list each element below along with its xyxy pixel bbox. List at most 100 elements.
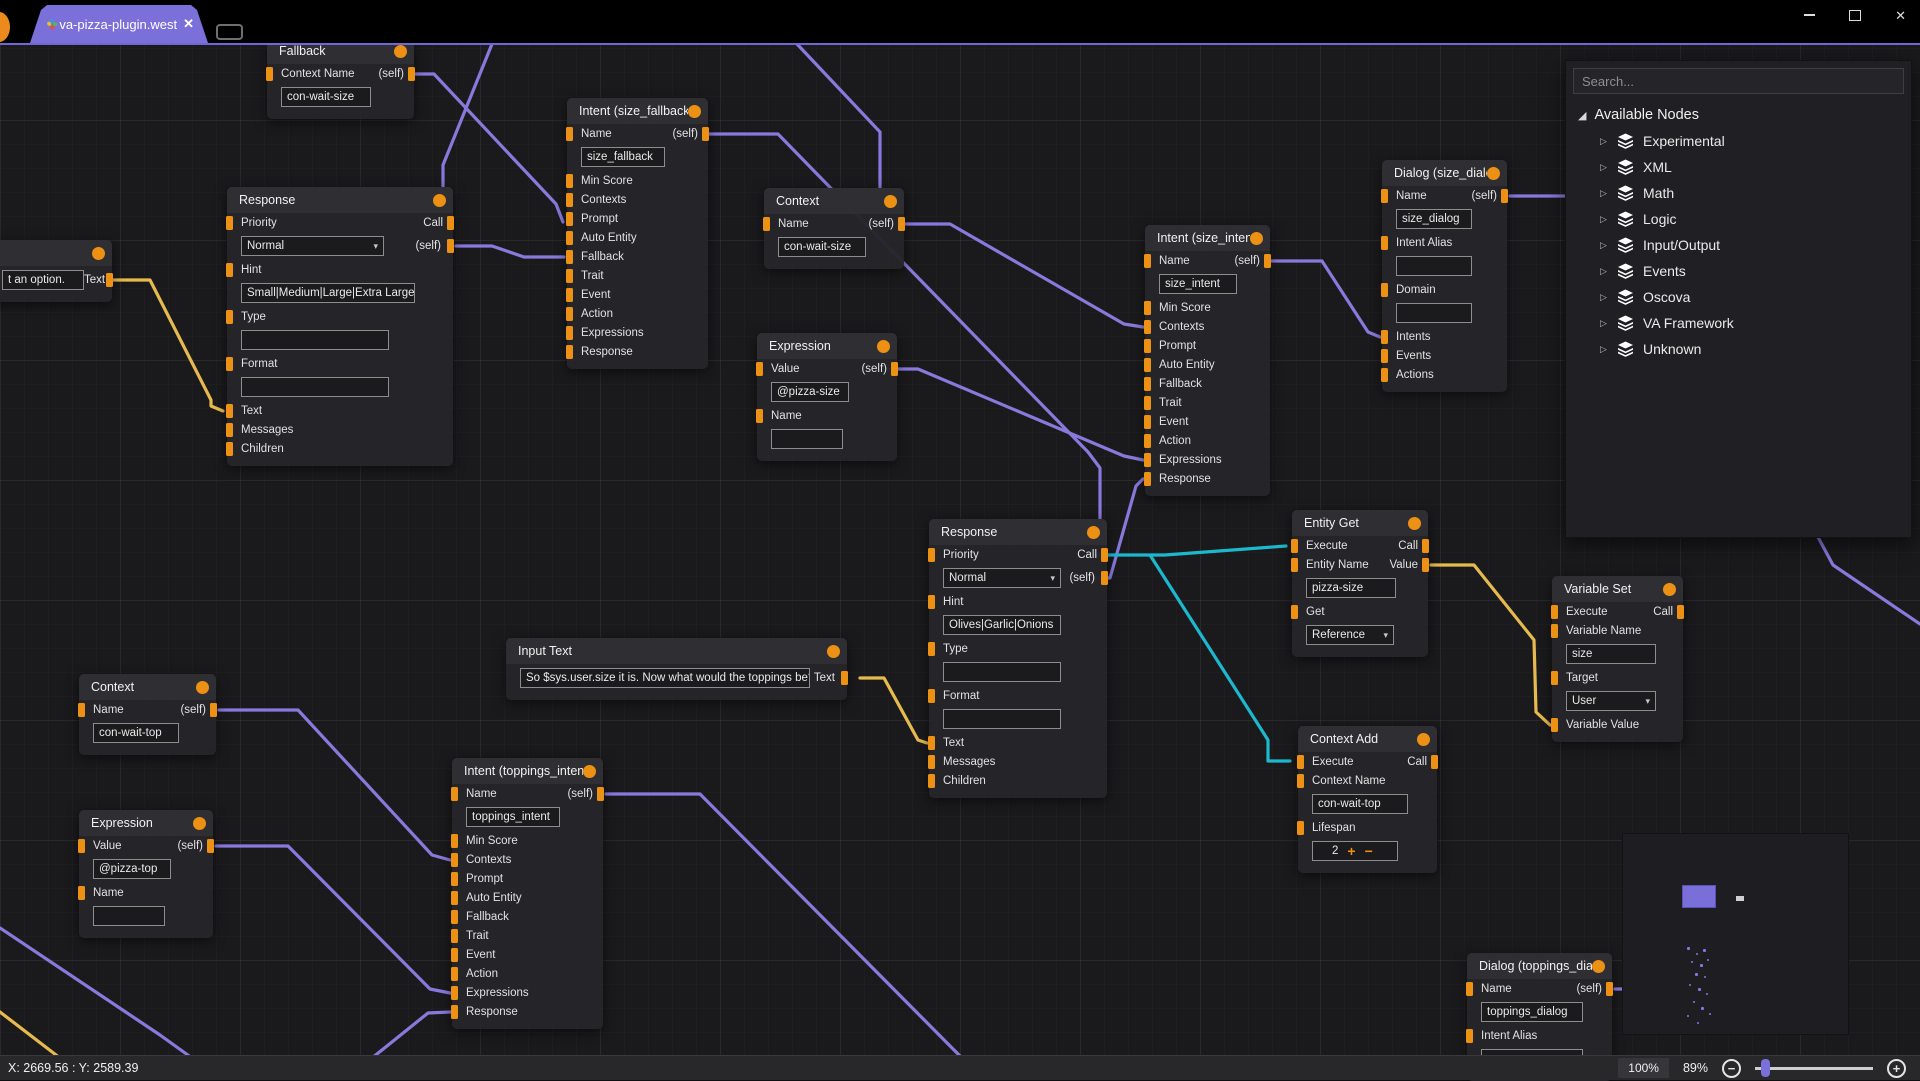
text-field[interactable]: @pizza-top: [93, 859, 171, 879]
node-response-size[interactable]: ResponsePriorityCallNormal▾(self)HintSma…: [227, 187, 453, 466]
text-field[interactable]: pizza-size: [1306, 578, 1396, 598]
tree-root-available-nodes[interactable]: ◢ Available Nodes: [1572, 102, 1905, 128]
input-port[interactable]: [451, 967, 458, 981]
dropdown-field[interactable]: User▾: [1566, 691, 1656, 711]
text-field[interactable]: [1396, 303, 1472, 323]
app-icon[interactable]: [0, 12, 10, 42]
tree-item-va-framework[interactable]: ▷VA Framework: [1572, 310, 1905, 336]
tree-item-xml[interactable]: ▷XML: [1572, 154, 1905, 180]
input-port[interactable]: [1297, 755, 1304, 769]
text-field[interactable]: toppings_intent: [466, 807, 560, 827]
node-expression-top[interactable]: ExpressionValue(self)@pizza-topName: [79, 810, 213, 938]
stepper-field[interactable]: 2+−: [1312, 841, 1398, 861]
input-port[interactable]: [226, 216, 233, 230]
node-dialog-size[interactable]: Dialog (size_dialog)Name(self)size_dialo…: [1382, 160, 1507, 392]
output-port[interactable]: [597, 787, 604, 801]
output-port[interactable]: [1422, 539, 1429, 553]
input-port[interactable]: [1291, 605, 1298, 619]
text-field[interactable]: Olives|Garlic|Onions: [943, 615, 1061, 635]
output-port[interactable]: [841, 671, 848, 685]
input-port[interactable]: [78, 703, 85, 717]
zoom-in-button[interactable]: +: [1887, 1059, 1906, 1078]
input-port[interactable]: [1297, 774, 1304, 788]
node-variable-set[interactable]: Variable SetExecuteCallVariable Namesize…: [1552, 576, 1683, 742]
node-entity-get[interactable]: Entity GetExecuteCallEntity NameValuepiz…: [1292, 510, 1428, 657]
text-field[interactable]: t an option.: [2, 270, 84, 290]
input-port[interactable]: [1144, 254, 1151, 268]
output-port[interactable]: [702, 127, 709, 141]
zoom-fit-button[interactable]: 100%: [1618, 1058, 1669, 1078]
input-port[interactable]: [451, 787, 458, 801]
input-port[interactable]: [566, 269, 573, 283]
input-port[interactable]: [266, 67, 273, 81]
output-port[interactable]: [1101, 571, 1108, 585]
node-context-top[interactable]: ContextName(self)con-wait-top: [79, 674, 216, 755]
text-field[interactable]: [943, 662, 1061, 682]
node-intent-size[interactable]: Intent (size_intent)Name(self)size_inten…: [1145, 225, 1270, 496]
input-port[interactable]: [78, 886, 85, 900]
tree-item-logic[interactable]: ▷Logic: [1572, 206, 1905, 232]
input-port[interactable]: [226, 310, 233, 324]
input-port[interactable]: [1551, 605, 1558, 619]
output-port[interactable]: [1501, 189, 1508, 203]
input-port[interactable]: [1381, 330, 1388, 344]
input-port[interactable]: [1381, 349, 1388, 363]
input-port[interactable]: [1381, 236, 1388, 250]
text-field[interactable]: [241, 377, 389, 397]
input-port[interactable]: [451, 986, 458, 1000]
text-field[interactable]: So $sys.user.size it is. Now what would …: [520, 668, 810, 688]
output-port[interactable]: [891, 362, 898, 376]
input-port[interactable]: [756, 409, 763, 423]
expand-arrow-icon[interactable]: ▷: [1600, 292, 1608, 303]
input-port[interactable]: [566, 127, 573, 141]
input-port[interactable]: [78, 839, 85, 853]
input-port[interactable]: [566, 307, 573, 321]
input-port[interactable]: [1466, 1029, 1473, 1043]
input-port[interactable]: [566, 326, 573, 340]
minimap-viewport[interactable]: [1682, 885, 1716, 908]
minimize-icon[interactable]: [1804, 14, 1815, 16]
dropdown-field[interactable]: Normal▾: [241, 236, 384, 256]
input-port[interactable]: [1144, 377, 1151, 391]
input-port[interactable]: [928, 689, 935, 703]
expand-arrow-icon[interactable]: ▷: [1600, 188, 1608, 199]
zoom-slider[interactable]: [1755, 1067, 1873, 1070]
node-fallback-context[interactable]: FallbackContext Name(self)con-wait-size: [267, 38, 414, 119]
tree-item-math[interactable]: ▷Math: [1572, 180, 1905, 206]
input-port[interactable]: [1144, 415, 1151, 429]
text-field[interactable]: [241, 330, 389, 350]
input-port[interactable]: [1144, 301, 1151, 315]
input-port[interactable]: [928, 595, 935, 609]
collapse-arrow-icon[interactable]: ◢: [1578, 109, 1586, 122]
node-context-add[interactable]: Context AddExecuteCallContext Namecon-wa…: [1298, 726, 1437, 873]
input-port[interactable]: [451, 872, 458, 886]
text-field[interactable]: [93, 906, 165, 926]
output-port[interactable]: [447, 239, 454, 253]
input-port[interactable]: [928, 642, 935, 656]
text-field[interactable]: [771, 429, 843, 449]
node-intent-size-fallback[interactable]: Intent (size_fallback)Name(self)size_fal…: [567, 98, 708, 369]
input-port[interactable]: [928, 548, 935, 562]
input-port[interactable]: [226, 357, 233, 371]
text-field[interactable]: [943, 709, 1061, 729]
output-port[interactable]: [447, 216, 454, 230]
input-port[interactable]: [451, 834, 458, 848]
text-field[interactable]: con-wait-top: [1312, 794, 1408, 814]
maximize-icon[interactable]: [1849, 10, 1861, 21]
output-port[interactable]: [1422, 558, 1429, 572]
input-port[interactable]: [1144, 358, 1151, 372]
text-field[interactable]: @pizza-size: [771, 382, 849, 402]
text-field[interactable]: size_dialog: [1396, 209, 1472, 229]
output-port[interactable]: [207, 839, 214, 853]
input-port[interactable]: [1144, 339, 1151, 353]
zoom-out-button[interactable]: −: [1722, 1059, 1741, 1078]
tree-item-oscova[interactable]: ▷Oscova: [1572, 284, 1905, 310]
node-input-text[interactable]: Input TextSo $sys.user.size it is. Now w…: [506, 638, 847, 700]
input-port[interactable]: [566, 250, 573, 264]
input-port[interactable]: [1144, 453, 1151, 467]
node-expression-size[interactable]: ExpressionValue(self)@pizza-sizeName: [757, 333, 897, 461]
input-port[interactable]: [1291, 558, 1298, 572]
input-port[interactable]: [451, 910, 458, 924]
tab-va-pizza-plugin[interactable]: va-pizza-plugin.west ✕: [30, 5, 208, 43]
node-context-size[interactable]: ContextName(self)con-wait-size: [764, 188, 904, 269]
